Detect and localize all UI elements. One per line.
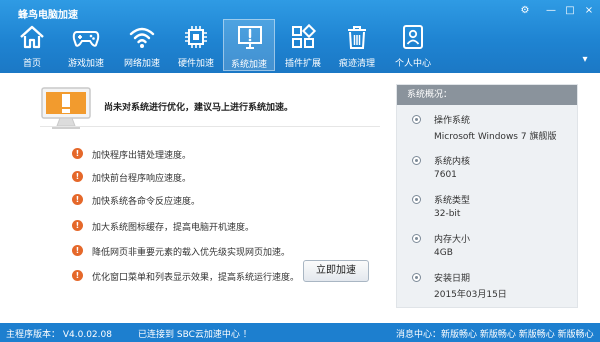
- overview-value: 4GB: [434, 248, 453, 258]
- system-overview-title: 系统概况：: [397, 85, 577, 105]
- nav-system-label: 系统加速: [230, 60, 267, 70]
- nav-home[interactable]: 首页: [6, 19, 58, 71]
- dropdown-arrow-icon[interactable]: ▾: [578, 55, 592, 65]
- nav-game[interactable]: 游戏加速: [60, 19, 112, 71]
- close-button[interactable]: ×: [582, 4, 596, 17]
- overview-label: 系统内核: [434, 157, 471, 167]
- warning-icon: !: [72, 148, 83, 159]
- maximize-button[interactable]: □: [563, 4, 577, 17]
- optimization-item-text: 降低网页非重要元素的载入优先级实现网页加速。: [92, 248, 291, 258]
- info-bullet-icon: [412, 273, 421, 282]
- plugin-grid-icon: [292, 23, 317, 48]
- nav-game-label: 游戏加速: [67, 59, 104, 69]
- optimization-item-text: 加快系统各命令反应速度。: [92, 197, 201, 207]
- monitor-alert-icon: [238, 26, 262, 49]
- minimize-button[interactable]: —: [544, 4, 558, 17]
- nav-system[interactable]: 系统加速: [223, 19, 275, 71]
- nav-network[interactable]: 网络加速: [116, 19, 168, 71]
- nav-cleanup-label: 痕迹清理: [338, 59, 375, 69]
- alert-message: 尚未对系统进行优化，建议马上进行系统加速。: [104, 103, 294, 113]
- overview-value: 7601: [434, 170, 457, 180]
- overview-label: 系统类型: [434, 196, 471, 206]
- optimization-item-text: 优化窗口菜单和列表显示效果，提高系统运行速度。: [92, 273, 300, 283]
- overview-value: Microsoft Windows 7 旗舰版: [434, 132, 557, 142]
- status-bar: 主程序版本： V4.0.02.08 已连接到 SBC云加速中心 ！ 消息中心：新…: [0, 323, 600, 342]
- overview-label: 内存大小: [434, 235, 471, 245]
- accelerate-now-button[interactable]: 立即加速: [303, 260, 369, 282]
- person-card-icon: [403, 25, 423, 49]
- trash-icon: [348, 26, 366, 49]
- overview-value: 32-bit: [434, 209, 461, 219]
- info-bullet-icon: [412, 234, 421, 243]
- nav-hardware-label: 硬件加速: [177, 59, 214, 69]
- title-bar: 蜂鸟电脑加速 ⚙ — □ × 首页 游戏加速 网络加速 硬件加速 系统加速 插件…: [0, 0, 600, 73]
- warning-icon: !: [72, 194, 83, 205]
- settings-icon[interactable]: ⚙: [518, 4, 532, 17]
- version-text: 主程序版本： V4.0.02.08: [6, 330, 112, 340]
- divider: [40, 126, 380, 127]
- nav-personal[interactable]: 个人中心: [387, 19, 439, 71]
- nav-home-label: 首页: [22, 59, 41, 69]
- message-center-link[interactable]: 消息中心：新版畅心 新版畅心 新版畅心 新版畅心: [396, 327, 594, 340]
- warning-icon: !: [72, 220, 83, 231]
- home-icon: [20, 25, 44, 49]
- info-bullet-icon: [412, 156, 421, 165]
- overview-value: 2015年03月15日: [434, 290, 507, 300]
- optimization-item-text: 加快前台程序响应速度。: [92, 174, 192, 184]
- warning-icon: !: [72, 171, 83, 182]
- wifi-icon: [129, 27, 155, 48]
- nav-network-label: 网络加速: [123, 59, 160, 69]
- nav-plugins-label: 插件扩展: [284, 59, 321, 69]
- overview-label: 操作系统: [434, 116, 471, 126]
- nav-hardware[interactable]: 硬件加速: [170, 19, 222, 71]
- info-bullet-icon: [412, 195, 421, 204]
- nav-plugins[interactable]: 插件扩展: [277, 19, 329, 71]
- chip-icon: [185, 26, 207, 48]
- warning-icon: !: [72, 270, 83, 281]
- connection-status: 已连接到 SBC云加速中心 ！: [138, 330, 252, 340]
- info-bullet-icon: [412, 115, 421, 124]
- optimization-item-text: 加快程序出错处理速度。: [92, 151, 192, 161]
- nav-personal-label: 个人中心: [394, 59, 431, 69]
- nav-cleanup[interactable]: 痕迹清理: [331, 19, 383, 71]
- warning-monitor-icon: [41, 87, 91, 129]
- overview-label: 安装日期: [434, 274, 471, 284]
- system-overview-panel: 系统概况： 操作系统 Microsoft Windows 7 旗舰版 系统内核 …: [396, 84, 578, 308]
- warning-icon: !: [72, 245, 83, 256]
- gamepad-icon: [72, 31, 100, 47]
- system-accel-panel: 尚未对系统进行优化，建议马上进行系统加速。 ! 加快程序出错处理速度。 ! 加快…: [0, 73, 600, 323]
- optimization-item-text: 加大系统图标缓存，提高电脑开机速度。: [92, 223, 255, 233]
